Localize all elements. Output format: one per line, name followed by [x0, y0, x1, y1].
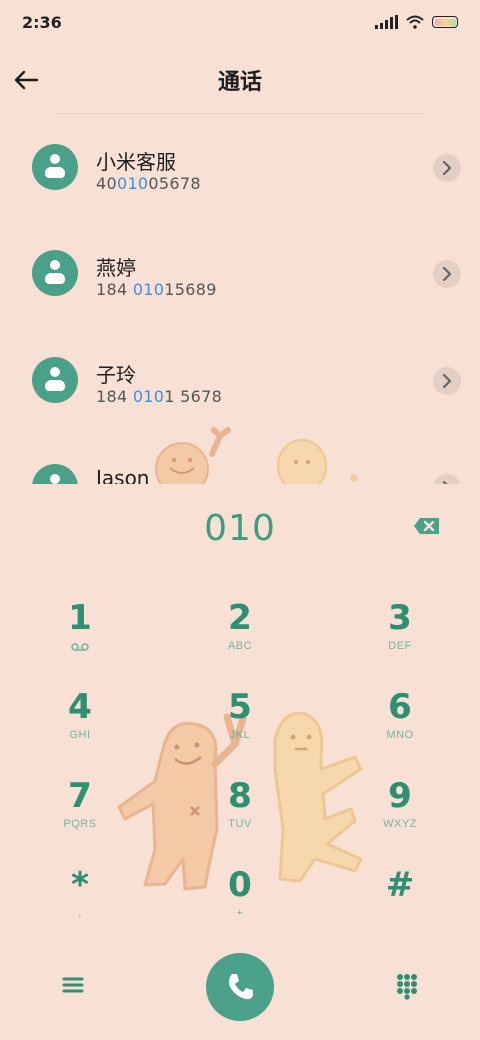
avatar [32, 357, 78, 403]
chevron-right-icon [442, 161, 452, 175]
contact-name: 燕婷 [96, 256, 136, 280]
contact-detail-button[interactable] [433, 367, 461, 395]
contact-name: 小米客服 [96, 150, 176, 174]
arrow-left-icon [14, 70, 39, 90]
delete-button[interactable] [412, 514, 442, 538]
chevron-right-icon [442, 267, 452, 281]
contact-list[interactable]: 小米客服 4001005678 燕婷 184 01015689 子玲 184 0… [0, 114, 480, 484]
key-7[interactable]: 7 PQRS [25, 776, 135, 854]
contact-name: Jason [96, 466, 150, 484]
header: 通话 [0, 56, 480, 104]
contact-row[interactable]: Jason [0, 434, 480, 484]
phone-icon [228, 974, 253, 1000]
status-time: 2:36 [22, 12, 62, 32]
avatar [32, 144, 78, 190]
backspace-icon [414, 518, 439, 534]
voicemail-icon [71, 643, 89, 651]
key-6[interactable]: 6 MNO [345, 687, 455, 765]
contact-detail-button[interactable] [433, 260, 461, 288]
key-3[interactable]: 3 DEF [345, 598, 455, 676]
back-button[interactable] [6, 60, 46, 100]
contact-row[interactable]: 燕婷 184 01015689 [0, 220, 480, 326]
wifi-icon [406, 15, 424, 29]
key-2[interactable]: 2 ABC [185, 598, 295, 676]
contact-row[interactable]: 小米客服 4001005678 [0, 114, 480, 220]
dial-input[interactable]: 010 [0, 508, 480, 549]
contact-name: 子玲 [96, 363, 136, 387]
bottom-bar [0, 950, 480, 1022]
chevron-right-icon [442, 374, 452, 388]
key-star[interactable]: * , [25, 865, 135, 943]
status-bar: 2:36 [0, 0, 480, 44]
contact-row[interactable]: 子玲 184 0101 5678 [0, 327, 480, 433]
key-0[interactable]: 0 + [185, 865, 295, 943]
status-icons [375, 15, 458, 29]
key-hash[interactable]: # [345, 865, 455, 943]
battery-icon [432, 16, 458, 28]
key-5[interactable]: 5 JKL [185, 687, 295, 765]
menu-button[interactable] [58, 972, 88, 998]
avatar [32, 250, 78, 296]
dialpad-toggle-button[interactable] [392, 970, 422, 1000]
contact-number: 184 01015689 [96, 280, 217, 299]
avatar [32, 464, 78, 484]
contact-number: 184 0101 5678 [96, 387, 223, 406]
contact-detail-button[interactable] [433, 154, 461, 182]
dialpad-icon [397, 974, 417, 1000]
signal-icon [375, 15, 398, 29]
contact-number: 4001005678 [96, 174, 201, 193]
key-9[interactable]: 9 WXYZ [345, 776, 455, 854]
page-title: 通话 [217, 70, 262, 95]
key-4[interactable]: 4 GHI [25, 687, 135, 765]
contact-detail-button[interactable] [433, 474, 461, 484]
menu-icon [62, 977, 84, 993]
call-button[interactable] [206, 953, 274, 1021]
key-1[interactable]: 1 [25, 598, 135, 676]
key-8[interactable]: 8 TUV [185, 776, 295, 854]
